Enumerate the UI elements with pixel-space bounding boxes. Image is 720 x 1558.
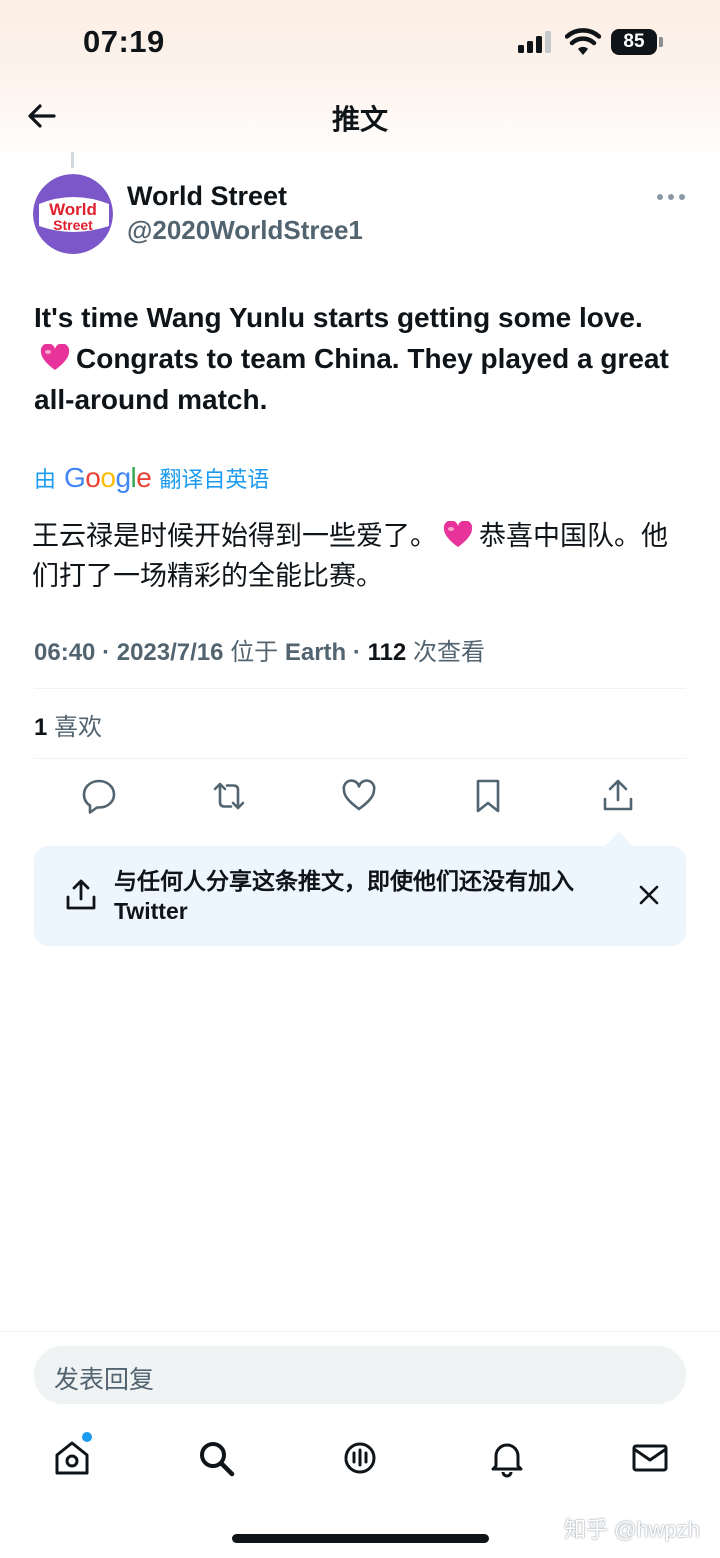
notification-dot bbox=[82, 1432, 92, 1442]
action-bar bbox=[34, 776, 686, 820]
location-prefix: 位于 bbox=[230, 639, 279, 666]
page-title: 推文 bbox=[331, 104, 388, 135]
tab-notifications[interactable] bbox=[487, 1438, 527, 1478]
share-icon bbox=[66, 879, 96, 910]
tweet-date: 2023/7/16 bbox=[116, 639, 224, 666]
reply-icon[interactable] bbox=[79, 776, 119, 816]
pink-heart-emoji-icon bbox=[443, 521, 473, 547]
search-icon bbox=[200, 1442, 235, 1477]
likes-label: 喜欢 bbox=[54, 714, 103, 741]
top-nav: 推文 bbox=[0, 88, 720, 144]
battery-level: 85 bbox=[611, 29, 657, 55]
more-options-icon[interactable] bbox=[656, 190, 686, 204]
close-icon[interactable] bbox=[638, 884, 660, 906]
google-logo: Google bbox=[64, 462, 152, 493]
reply-placeholder: 发表回复 bbox=[54, 1366, 155, 1394]
share-prompt-text: 与任何人分享这条推文，即使他们还没有加入 Twitter bbox=[114, 868, 574, 924]
tab-search[interactable] bbox=[196, 1438, 236, 1478]
translated-text-part1: 王云禄是时候开始得到一些爱了。 bbox=[32, 521, 437, 551]
battery-icon: 85 bbox=[611, 29, 665, 55]
divider bbox=[0, 1331, 720, 1332]
author-name[interactable]: World Street bbox=[127, 181, 287, 212]
home-icon bbox=[55, 1441, 89, 1475]
spaces-icon bbox=[344, 1442, 376, 1474]
thread-connector bbox=[71, 152, 74, 168]
translated-text: 王云禄是时候开始得到一些爱了。 恭喜中国队。他们打了一场精彩的全能比赛。 bbox=[32, 516, 682, 596]
svg-text:Street: Street bbox=[53, 217, 93, 233]
translated-by-label: 由 bbox=[34, 467, 57, 492]
avatar[interactable]: World Street bbox=[33, 174, 113, 254]
pink-heart-emoji-icon bbox=[40, 344, 70, 370]
divider bbox=[34, 758, 686, 759]
share-prompt-caret bbox=[605, 832, 633, 846]
translated-from-label: 翻译自英语 bbox=[159, 467, 270, 492]
likes-count: 1 bbox=[34, 714, 48, 741]
reply-input[interactable]: 发表回复 bbox=[34, 1346, 686, 1404]
status-bar: 07:19 85 bbox=[0, 0, 720, 84]
author-handle[interactable]: @2020WorldStree1 bbox=[127, 215, 363, 246]
share-prompt[interactable]: 与任何人分享这条推文，即使他们还没有加入 Twitter bbox=[34, 846, 686, 946]
tweet-time: 06:40 bbox=[34, 639, 96, 666]
views-label: 次查看 bbox=[412, 639, 485, 666]
tab-spaces[interactable] bbox=[340, 1438, 380, 1478]
likes-summary[interactable]: 1 喜欢 bbox=[34, 707, 102, 742]
tab-messages[interactable] bbox=[630, 1438, 670, 1478]
tab-home[interactable] bbox=[52, 1432, 92, 1478]
avatar-logo: World Street bbox=[33, 174, 113, 254]
status-time: 07:19 bbox=[83, 24, 165, 59]
divider bbox=[34, 688, 686, 689]
notifications-icon bbox=[491, 1443, 523, 1478]
messages-icon bbox=[632, 1444, 668, 1472]
bookmark-icon[interactable] bbox=[468, 776, 508, 816]
watermark: 知乎 @hwpzh bbox=[564, 1517, 701, 1542]
retweet-icon[interactable] bbox=[209, 776, 249, 816]
tweet-location: Earth bbox=[284, 639, 347, 666]
tweet-text: It's time Wang Yunlu starts getting some… bbox=[34, 297, 674, 420]
like-icon[interactable] bbox=[339, 776, 379, 816]
cellular-signal-icon bbox=[518, 31, 554, 53]
translation-attribution[interactable]: 由 Google 翻译自英语 bbox=[34, 462, 269, 494]
wifi-icon bbox=[565, 28, 601, 55]
home-indicator bbox=[232, 1534, 489, 1543]
view-count: 112 bbox=[367, 639, 407, 666]
tweet-text-part1: It's time Wang Yunlu starts getting some… bbox=[34, 302, 643, 333]
bottom-tab-bar bbox=[0, 1430, 720, 1490]
tweet-text-part2: Congrats to team China. They played a gr… bbox=[34, 343, 669, 415]
tweet-meta: 06:40 · 2023/7/16 位于 Earth · 112 次查看 bbox=[34, 639, 485, 666]
share-icon[interactable] bbox=[598, 776, 638, 816]
